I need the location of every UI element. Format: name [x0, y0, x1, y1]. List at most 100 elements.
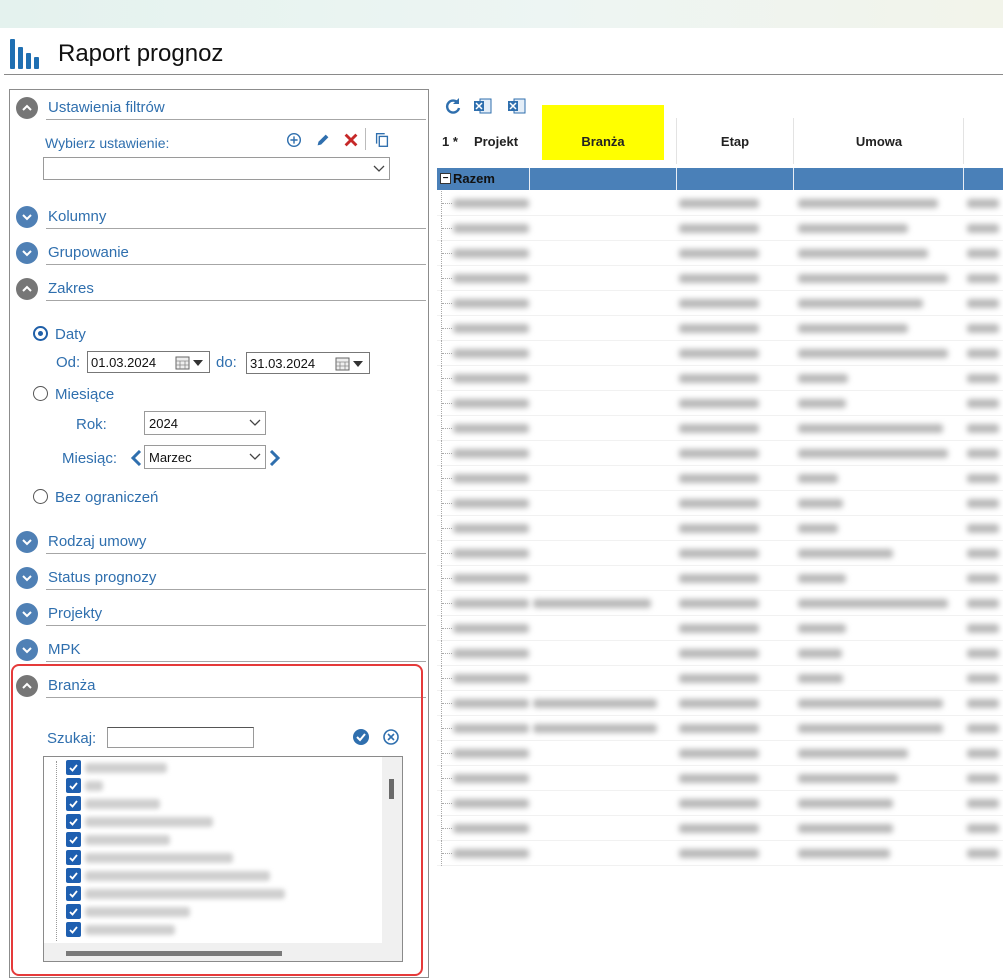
table-row[interactable] — [437, 391, 1003, 416]
column-header-umowa[interactable]: Umowa — [794, 118, 964, 164]
refresh-icon[interactable] — [443, 96, 463, 116]
clear-selection-icon[interactable] — [382, 728, 400, 746]
list-item[interactable] — [66, 777, 366, 795]
setting-select[interactable] — [43, 157, 390, 180]
radio-miesiace[interactable] — [33, 386, 48, 401]
miesiace-label: Miesiące — [55, 386, 115, 403]
table-row[interactable] — [437, 441, 1003, 466]
expand-icon[interactable] — [16, 603, 38, 625]
checkbox-checked-icon[interactable] — [66, 814, 81, 829]
list-item[interactable] — [66, 903, 366, 921]
table-row[interactable] — [437, 316, 1003, 341]
rok-select[interactable]: 2024 — [144, 411, 266, 435]
checkbox-checked-icon[interactable] — [66, 778, 81, 793]
next-month-icon[interactable] — [269, 450, 281, 466]
list-item[interactable] — [66, 867, 366, 885]
radio-daty[interactable] — [33, 326, 48, 341]
report-bars-icon — [8, 37, 42, 71]
excel-export-icon[interactable] — [473, 96, 493, 116]
collapse-icon[interactable] — [16, 97, 38, 119]
column-header-etap[interactable]: Etap — [677, 118, 793, 164]
collapse-icon[interactable] — [16, 278, 38, 300]
list-item[interactable] — [66, 885, 366, 903]
table-row[interactable] — [437, 466, 1003, 491]
section-kolumny[interactable]: Kolumny — [14, 205, 426, 229]
edit-setting-button[interactable] — [313, 130, 333, 150]
table-row[interactable] — [437, 416, 1003, 441]
table-row[interactable] — [437, 541, 1003, 566]
checkbox-checked-icon[interactable] — [66, 796, 81, 811]
table-row[interactable] — [437, 666, 1003, 691]
od-label: Od: — [56, 354, 81, 371]
calendar-dropdown-icon[interactable] — [175, 355, 205, 371]
excel-export-alt-icon[interactable] — [507, 96, 527, 116]
table-row[interactable] — [437, 691, 1003, 716]
table-row[interactable] — [437, 241, 1003, 266]
list-item[interactable] — [66, 921, 366, 939]
expand-icon[interactable] — [16, 242, 38, 264]
list-item[interactable] — [66, 795, 366, 813]
table-row[interactable] — [437, 366, 1003, 391]
group-row-razem[interactable]: − Razem — [437, 168, 1003, 190]
table-row[interactable] — [437, 791, 1003, 816]
section-mpk[interactable]: MPK — [14, 638, 426, 662]
select-all-check-icon[interactable] — [352, 728, 370, 746]
table-row[interactable] — [437, 266, 1003, 291]
checkbox-checked-icon[interactable] — [66, 760, 81, 775]
table-row[interactable] — [437, 341, 1003, 366]
tree-vertical-scrollbar[interactable] — [382, 757, 402, 943]
table-row[interactable] — [437, 616, 1003, 641]
table-row[interactable] — [437, 566, 1003, 591]
tree-horizontal-scrollbar[interactable] — [44, 943, 402, 961]
list-item[interactable] — [66, 759, 366, 777]
list-item[interactable] — [66, 831, 366, 849]
radio-bez-ograniczen[interactable] — [33, 489, 48, 504]
table-row[interactable] — [437, 591, 1003, 616]
table-row[interactable] — [437, 716, 1003, 741]
section-projekty[interactable]: Projekty — [14, 602, 426, 626]
delete-setting-button[interactable] — [341, 130, 361, 150]
expand-icon[interactable] — [16, 567, 38, 589]
copy-setting-button[interactable] — [372, 130, 392, 150]
table-row[interactable] — [437, 216, 1003, 241]
section-status-prognozy[interactable]: Status prognozy — [14, 566, 426, 590]
column-header-projekt[interactable]: Projekt — [463, 118, 529, 164]
section-rodzaj-umowy[interactable]: Rodzaj umowy — [14, 530, 426, 554]
expand-icon[interactable] — [16, 531, 38, 553]
expand-icon[interactable] — [16, 206, 38, 228]
checkbox-checked-icon[interactable] — [66, 868, 81, 883]
table-row[interactable] — [437, 516, 1003, 541]
checkbox-checked-icon[interactable] — [66, 922, 81, 937]
table-row[interactable] — [437, 841, 1003, 866]
collapse-icon[interactable] — [16, 675, 38, 697]
branza-search-input[interactable] — [107, 727, 254, 748]
table-row[interactable] — [437, 641, 1003, 666]
table-row[interactable] — [437, 191, 1003, 216]
section-branza[interactable]: Branża — [14, 674, 426, 698]
section-zakres[interactable]: Zakres — [14, 277, 426, 301]
checkbox-checked-icon[interactable] — [66, 832, 81, 847]
add-setting-button[interactable] — [284, 130, 304, 150]
table-row[interactable] — [437, 491, 1003, 516]
section-ustawienia-filtrow[interactable]: Ustawienia filtrów — [14, 96, 426, 120]
checkbox-checked-icon[interactable] — [66, 886, 81, 901]
collapse-group-icon[interactable]: − — [440, 173, 451, 184]
expand-icon[interactable] — [16, 639, 38, 661]
section-grupowanie[interactable]: Grupowanie — [14, 241, 426, 265]
table-row[interactable] — [437, 816, 1003, 841]
do-date-input[interactable]: 31.03.2024 — [246, 352, 370, 374]
prev-month-icon[interactable] — [130, 450, 142, 466]
calendar-dropdown-icon[interactable] — [335, 356, 365, 372]
wybierz-ustawienie-label: Wybierz ustawienie: — [45, 135, 170, 151]
table-row[interactable] — [437, 766, 1003, 791]
od-date-input[interactable]: 01.03.2024 — [87, 351, 210, 373]
miesiac-select[interactable]: Marzec — [144, 445, 266, 469]
list-item[interactable] — [66, 813, 366, 831]
daty-label: Daty — [55, 326, 86, 343]
list-item[interactable] — [66, 849, 366, 867]
column-header-branza[interactable]: Branża — [542, 118, 664, 164]
checkbox-checked-icon[interactable] — [66, 850, 81, 865]
table-row[interactable] — [437, 741, 1003, 766]
table-row[interactable] — [437, 291, 1003, 316]
checkbox-checked-icon[interactable] — [66, 904, 81, 919]
